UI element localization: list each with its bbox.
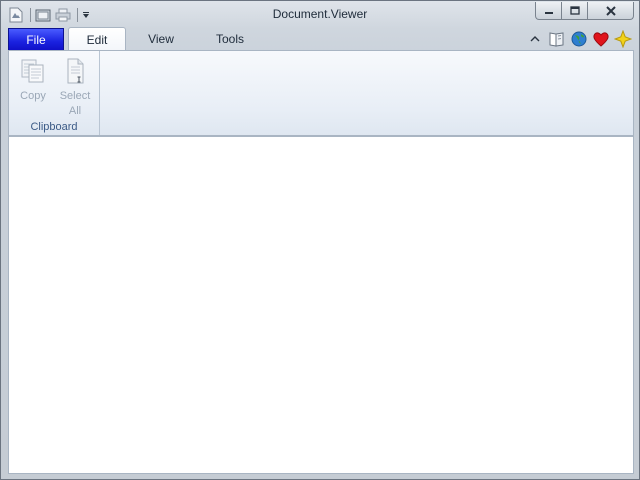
maximize-icon — [569, 6, 580, 15]
select-all-button[interactable]: Select All — [55, 57, 95, 119]
globe-icon[interactable] — [568, 29, 590, 49]
help-book-icon[interactable] — [546, 29, 568, 49]
close-icon — [605, 5, 616, 16]
application-window: Document.Viewer File Edit View Tools Cop… — [0, 0, 640, 480]
select-all-icon — [67, 58, 84, 84]
select-all-label-line1: Select — [59, 90, 91, 102]
clipboard-group: Copy Select All Clipboard — [9, 51, 100, 135]
copy-button[interactable]: Copy — [17, 57, 49, 104]
close-button[interactable] — [588, 2, 634, 20]
tab-file[interactable]: File — [8, 28, 64, 50]
heart-icon[interactable] — [590, 29, 612, 49]
minimize-button[interactable] — [535, 2, 562, 20]
tab-tools[interactable]: Tools — [206, 27, 254, 51]
select-all-label-line2: All — [68, 105, 82, 117]
collapse-ribbon-icon[interactable] — [524, 29, 546, 49]
copy-label: Copy — [20, 90, 46, 102]
group-label-clipboard: Clipboard — [30, 121, 78, 133]
maximize-button[interactable] — [562, 2, 588, 20]
star-icon[interactable] — [612, 29, 634, 49]
title-bar[interactable]: Document.Viewer — [1, 1, 639, 27]
ribbon-right-icons — [524, 29, 634, 49]
minimize-icon — [544, 11, 553, 14]
ribbon-tabs: File Edit View Tools — [8, 27, 634, 51]
document-content-area[interactable] — [8, 136, 634, 474]
ribbon-panel: Copy Select All Clipboard — [8, 50, 634, 136]
caption-buttons — [535, 2, 634, 20]
tab-view[interactable]: View — [136, 27, 186, 51]
copy-icon — [21, 59, 44, 83]
tab-edit[interactable]: Edit — [68, 27, 126, 51]
